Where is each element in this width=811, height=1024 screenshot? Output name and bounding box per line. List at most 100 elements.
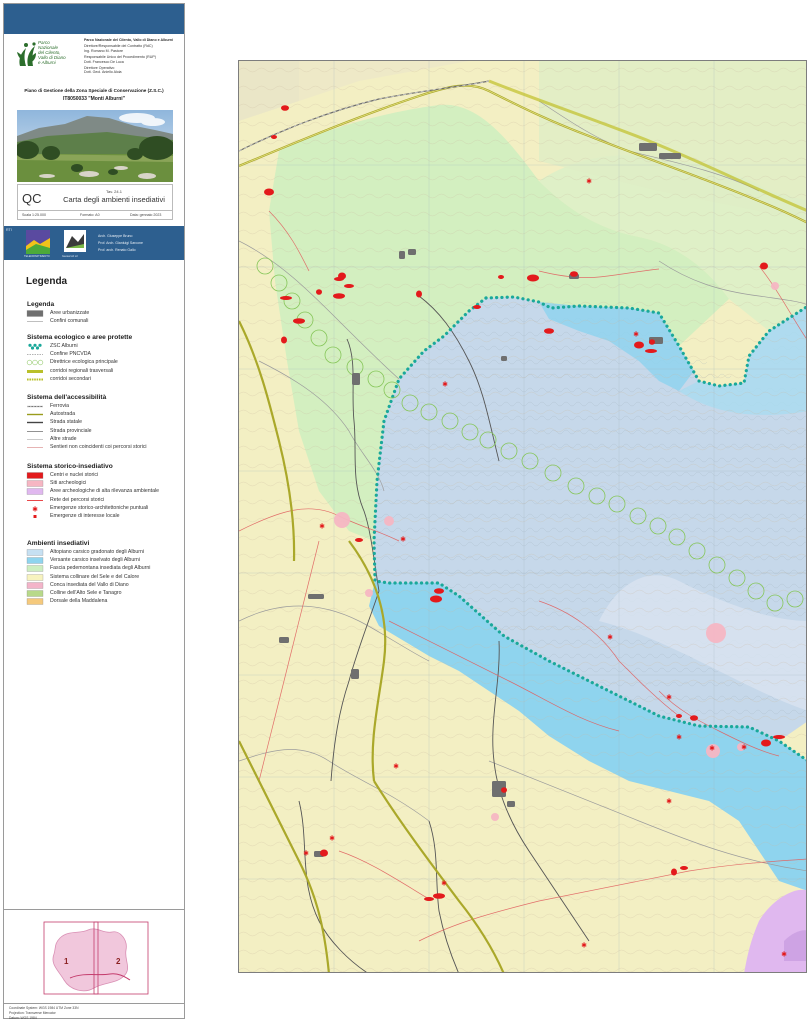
legend-item-label: Altopiano carsico gradonato degli Alburn…	[50, 549, 145, 555]
emergency-star[interactable]: ✱	[709, 745, 715, 753]
emergency-star[interactable]: ✱	[400, 536, 406, 544]
historic-centre[interactable]	[264, 188, 274, 196]
archaeological-site[interactable]	[491, 813, 499, 821]
legend-symbol-line2	[27, 413, 43, 416]
legend-item-label: Altre strade	[50, 435, 77, 442]
historic-centre[interactable]	[334, 277, 344, 281]
emergency-star[interactable]: ✱	[393, 763, 399, 771]
historic-centre[interactable]	[434, 588, 444, 594]
legend-symbol-line	[27, 430, 43, 432]
emergency-star[interactable]: ✱	[319, 523, 325, 531]
archaeological-site[interactable]	[771, 282, 779, 290]
partner-logo-2-caption: Geoservizi srl	[62, 255, 78, 258]
footer-line: Datum: WGS 1984	[9, 1016, 37, 1020]
historic-centre[interactable]	[634, 341, 644, 349]
emergency-star[interactable]: ✱	[741, 744, 747, 752]
emergency-star[interactable]: ✱	[329, 835, 335, 843]
legend-item-label: Colline dell'Alto Sele e Tanagro	[50, 590, 122, 596]
archaeological-site[interactable]	[365, 589, 373, 597]
credit-line: Prof. Arch. Gianluigi Sarcone	[98, 241, 143, 245]
legend-symbol-band	[27, 369, 43, 373]
archaeological-site[interactable]	[384, 516, 394, 526]
historic-centre[interactable]	[671, 868, 677, 876]
historic-centre[interactable]	[501, 787, 507, 793]
credit-line: Arch. Giuseppe Bruno	[98, 234, 133, 238]
map-frame[interactable]: ✱ ✱ ✱ ✱ ✱ ✱ ✱ ✱ ✱ ✱ ✱ ✱ ✱ ✱ ✱ ✱ ✱	[238, 60, 807, 973]
historic-centre[interactable]	[690, 715, 698, 721]
legend-symbol-line	[27, 321, 43, 323]
historic-centre[interactable]	[676, 714, 682, 718]
emergency-star[interactable]: ✱	[607, 634, 613, 642]
format-text: Formato: A0	[80, 213, 100, 217]
legend-item-label: Conca insediata del Vallo di Diano	[50, 581, 129, 588]
legend-symbol-fill	[26, 573, 44, 581]
historic-centre[interactable]	[430, 595, 442, 603]
historic-centre[interactable]	[773, 735, 785, 739]
legend-item-label: Confini comunali	[50, 318, 89, 325]
historic-centre[interactable]	[316, 289, 322, 295]
site-code-title: IT8050033 "Monti Alburni"	[62, 96, 126, 102]
historic-centre[interactable]	[761, 739, 771, 747]
sheet-title-box: QC Tav. 24.1 Carta degli ambienti insedi…	[17, 184, 173, 211]
historic-centre[interactable]	[280, 296, 292, 300]
urban-area	[308, 594, 324, 599]
footer-line: Coordinate System: WGS 1984 UTM Zone 33N	[9, 1006, 79, 1010]
emergency-star[interactable]: ✱	[441, 880, 447, 888]
historic-centre[interactable]	[570, 271, 578, 277]
historic-centre[interactable]	[424, 897, 434, 901]
title-header: Parco Nazionale del Cilento, Vallo di Dian…	[4, 34, 184, 74]
emergency-star[interactable]: ✱	[586, 178, 592, 186]
historic-centre[interactable]	[498, 275, 504, 279]
historic-centre[interactable]	[281, 336, 287, 344]
emergency-star[interactable]: ✱	[581, 942, 587, 950]
historic-centre[interactable]	[649, 339, 655, 345]
historic-centre[interactable]	[344, 284, 354, 288]
historic-centre[interactable]	[544, 328, 554, 334]
legend-symbol-fill	[26, 549, 44, 556]
historic-centre[interactable]	[333, 293, 345, 299]
historic-centre[interactable]	[355, 538, 363, 542]
emergency-star[interactable]: ✱	[781, 951, 787, 959]
archaeological-site[interactable]	[334, 512, 350, 528]
historic-centre[interactable]	[271, 135, 277, 139]
legend-item-label: Direttrice ecologica principale	[50, 359, 118, 366]
emergency-star[interactable]: ✱	[676, 734, 682, 742]
historic-centre[interactable]	[433, 893, 445, 899]
urban-area	[408, 249, 416, 255]
legend-symbol-fill	[26, 590, 44, 597]
legend-section-title: Legenda	[27, 301, 55, 308]
emergency-star[interactable]: ✱	[303, 850, 309, 858]
historic-centre[interactable]	[320, 849, 328, 857]
urban-area	[351, 669, 359, 679]
historic-centre[interactable]	[760, 262, 768, 270]
historic-centre[interactable]	[527, 274, 539, 282]
logo-text-line: Parco Nazionale	[38, 40, 59, 50]
sheet-code: QC	[22, 191, 42, 206]
partner-logo-2	[64, 230, 86, 252]
legend-symbol-dots	[28, 343, 42, 350]
legend-item-label: corridoi secondari	[50, 375, 91, 382]
legend-symbol-dashed	[27, 354, 43, 356]
plan-title: Piano di Gestione della Zona Speciale di…	[24, 88, 164, 93]
map-canvas[interactable]: ✱ ✱ ✱ ✱ ✱ ✱ ✱ ✱ ✱ ✱ ✱ ✱ ✱ ✱ ✱ ✱ ✱	[239, 61, 807, 973]
historic-centre[interactable]	[645, 349, 657, 353]
historic-centre[interactable]	[416, 290, 422, 298]
partner-logo-1-caption: TELEDIPARTIMENTO	[24, 255, 50, 258]
legend-item-label: corridoi regionali trasversali	[50, 367, 114, 374]
archaeological-site[interactable]	[706, 623, 726, 643]
historic-centre[interactable]	[281, 105, 289, 111]
historic-centre[interactable]	[473, 305, 481, 309]
org-line: Dott. Geol. Aniello Aloia	[84, 70, 122, 75]
emergency-star[interactable]: ✱	[442, 381, 448, 389]
scale-text: Scala 1:25.000	[22, 213, 46, 217]
key-sheet-2: 2	[116, 957, 121, 966]
historic-centre[interactable]	[680, 866, 688, 870]
legend-item-label: Strada statale	[50, 419, 83, 426]
legend-item-label: Emergenze di interesse locale	[50, 513, 120, 519]
emergency-star[interactable]: ✱	[633, 331, 639, 339]
urban-area	[639, 143, 657, 151]
emergency-star[interactable]: ✱	[666, 798, 672, 806]
emergency-star[interactable]: ✱	[666, 694, 672, 702]
historic-centre[interactable]	[293, 318, 305, 324]
legend-panel: Parco Nazionale del Cilento, Vallo di Dian…	[3, 3, 185, 1020]
